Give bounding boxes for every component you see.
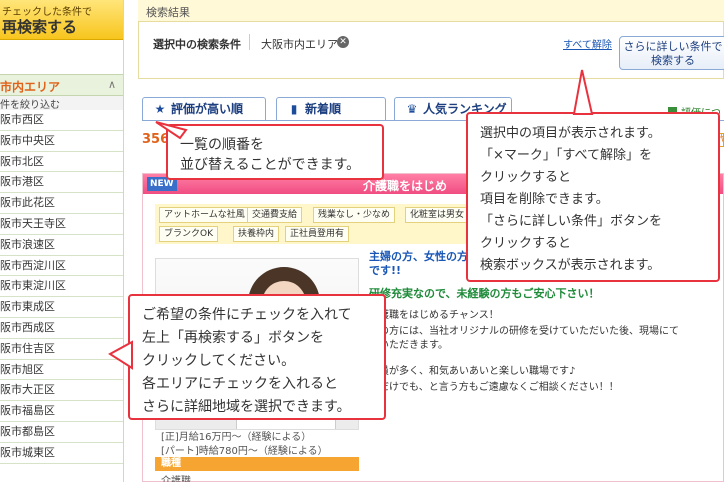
ward-list: 阪市西区 阪市中央区 阪市北区 阪市港区 阪市此花区 阪市天王寺区 阪市浪速区 … [0, 110, 123, 464]
callout-checkbox-line: 左上「再検索する」ボタンを [142, 330, 324, 346]
feature-tag: 残業なし・少なめ [313, 207, 396, 223]
callout-checkbox-line: クリックしてください。 [142, 353, 296, 369]
selected-condition-value: 大阪市内エリア [261, 38, 338, 51]
ward-item[interactable]: 阪市都島区 [0, 422, 123, 443]
ward-item[interactable]: 阪市住吉区 [0, 339, 123, 360]
more-conditions-label-line2: 検索する [651, 54, 695, 67]
chevron-up-icon[interactable]: ∧ [108, 78, 116, 91]
callout-conditions-line: 項目を削除できます。 [480, 192, 609, 207]
callout-checkbox-line: 各エリアにチェックを入れると [142, 376, 338, 392]
callout-conditions-line: 選択中の項目が表示されます。 [480, 126, 661, 141]
clear-all-link[interactable]: すべて解除 [563, 36, 612, 51]
job-description-line: 介護職をはじめるチャンス！ [369, 310, 499, 321]
job-description-line: 験の方には、当社オリジナルの研修を受けていただいた後、現場にて [369, 326, 679, 337]
feature-tag: アットホームな社風 [159, 207, 250, 223]
callout-sort-line: 一覧の順番を [180, 137, 264, 153]
callout-conditions-line: クリックすると [480, 236, 572, 251]
callout-arrow-sort [155, 121, 188, 140]
job-subheadline: 研修充実なので、未経験の方もご安心下さい！ [369, 287, 600, 300]
narrow-down-label: 件を絞り込む [0, 96, 123, 111]
callout-conditions: 選択中の項目が表示されます。 「×マーク」「すべて解除」を クリックすると 項目… [466, 112, 720, 282]
callout-sort-line: 並び替えることができます。 [180, 157, 361, 173]
ward-item[interactable]: 阪市港区 [0, 172, 123, 194]
ward-item[interactable]: 阪市中央区 [0, 131, 123, 152]
callout-conditions-line: クリックすると [480, 170, 572, 185]
more-conditions-label-line1: さらに詳しい条件で [623, 40, 723, 53]
tab-label: 評価が高い順 [171, 102, 244, 116]
feature-tag: 扶養枠内 [233, 226, 280, 242]
ward-item[interactable]: 阪市東淀川区 [0, 276, 123, 298]
ward-item[interactable]: 阪市北区 [0, 152, 123, 173]
feature-tag: 正社員登用有 [285, 226, 350, 242]
ward-item[interactable]: 阪市福島区 [0, 401, 123, 422]
feature-tag: ブランクOK [159, 226, 218, 242]
results-header: 検索結果 [138, 0, 724, 22]
job-description-line: 職員が多く、和気あいあいと楽しい職場です♪ [369, 366, 576, 377]
headline-line1: 主婦の方、女性の方 [369, 250, 468, 263]
selected-conditions-label: 選択中の検索条件 [153, 38, 241, 51]
ward-item[interactable]: 阪市西成区 [0, 318, 123, 339]
category-header: 職種 [155, 457, 359, 471]
job-description-line: 話だけでも、と言う方もご遠慮なくご相談ください！！ [369, 382, 619, 393]
callout-conditions-line: 「×マーク」「すべて解除」を [480, 148, 652, 163]
crown-icon: ♛ [406, 102, 418, 116]
sidebar: チェックした条件で 再検索する 市内エリア ∧ 件を絞り込む 阪市西区 阪市中央… [0, 0, 124, 482]
ward-item[interactable]: 阪市西区 [0, 110, 123, 131]
area-section-header[interactable]: 市内エリア ∧ [0, 74, 123, 96]
salary-fulltime: [正]月給16万円～（経験による） [161, 432, 312, 443]
tab-newest[interactable]: ▮ 新着順 [276, 97, 386, 121]
callout-checkbox-line: さらに詳細地域を選択できます。 [142, 399, 351, 415]
ward-item[interactable]: 阪市大正区 [0, 380, 123, 402]
ward-item[interactable]: 阪市旭区 [0, 360, 123, 381]
feature-tag: 化粧室は男女 [405, 207, 470, 223]
ward-item[interactable]: 阪市此花区 [0, 193, 123, 214]
more-conditions-button[interactable]: さらに詳しい条件で 検索する [619, 36, 724, 70]
research-button[interactable]: チェックした条件で 再検索する [0, 0, 123, 40]
document-icon: ▮ [290, 102, 298, 116]
callout-arrow-conditions [572, 69, 594, 115]
ward-item[interactable]: 阪市西淀川区 [0, 256, 123, 277]
feature-tag: 交通費支給 [247, 207, 303, 223]
selected-conditions-box: 選択中の検索条件 大阪市内エリア ✕ すべて解除 さらに詳しい条件で 検索する [138, 22, 724, 79]
results-title: 検索結果 [146, 6, 190, 19]
callout-checkbox: ご希望の条件にチェックを入れて 左上「再検索する」ボタンを クリックしてください… [128, 294, 386, 420]
research-button-label: 再検索する [2, 18, 78, 36]
callout-checkbox-line: ご希望の条件にチェックを入れて [142, 307, 352, 323]
divider [249, 34, 250, 50]
callout-sort: 一覧の順番を 並び替えることができます。 [166, 124, 384, 180]
star-icon: ★ [154, 102, 166, 116]
headline-line2: です!! [369, 264, 402, 277]
close-icon[interactable]: ✕ [337, 36, 349, 48]
salary-parttime: [パート]時給780円～（経験による） [161, 446, 328, 457]
feature-tags: アットホームな社風 交通費支給 残業なし・少なめ 化粧室は男女 ブランクOK 扶… [155, 204, 515, 244]
callout-arrow-checkbox [108, 340, 133, 370]
ward-item[interactable]: 阪市浪速区 [0, 235, 123, 256]
callout-conditions-line: 検索ボックスが表示されます。 [480, 258, 661, 273]
callout-conditions-line: 「さらに詳しい条件」ボタンを [480, 214, 663, 229]
ward-item[interactable]: 阪市天王寺区 [0, 214, 123, 235]
category-value: 介護職 [161, 476, 191, 482]
ward-item[interactable]: 阪市城東区 [0, 443, 123, 464]
ward-item[interactable]: 阪市東成区 [0, 297, 123, 318]
tab-label: 新着順 [305, 102, 342, 116]
area-section-title: 市内エリア [0, 80, 61, 94]
